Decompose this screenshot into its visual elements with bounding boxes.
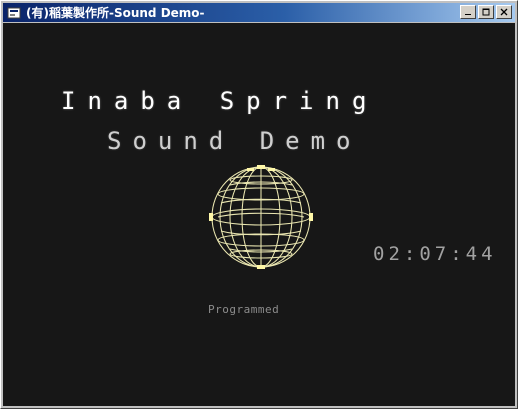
sub-title: Sound Demo <box>107 127 362 155</box>
maximize-icon <box>482 8 490 16</box>
maximize-button[interactable] <box>478 5 494 19</box>
programmed-credit: Programmed <box>208 303 280 316</box>
elapsed-timer: 02:07:44 <box>373 243 497 265</box>
wireframe-globe-icon <box>209 165 313 269</box>
window-titlebar[interactable]: (有)稲葉製作所-Sound Demo- <box>3 3 515 22</box>
window-title: (有)稲葉製作所-Sound Demo- <box>26 6 205 20</box>
app-icon <box>6 5 22 21</box>
demo-screen: Inaba Spring Sound Demo 02:07:44 Program… <box>3 23 515 406</box>
minimize-icon <box>465 14 471 15</box>
close-button[interactable] <box>496 5 512 19</box>
window-controls <box>460 5 512 19</box>
minimize-button[interactable] <box>460 5 476 19</box>
close-icon <box>500 8 508 16</box>
main-title: Inaba Spring <box>61 87 379 115</box>
sound-demo-window: (有)稲葉製作所-Sound Demo- Inaba Spring Sound … <box>0 0 518 409</box>
